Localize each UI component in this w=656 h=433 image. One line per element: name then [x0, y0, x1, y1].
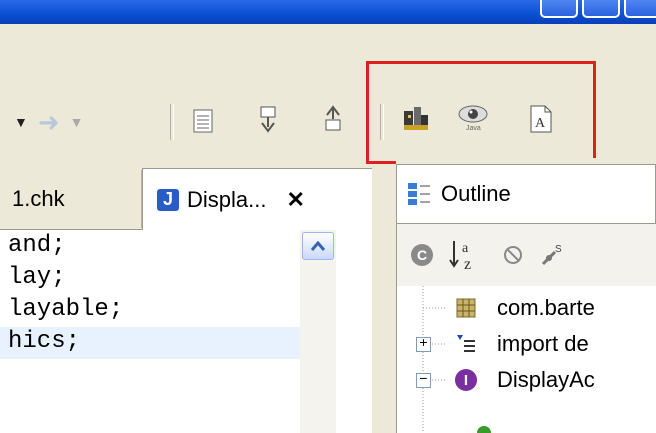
tree-item-package[interactable]: com.barte [397, 291, 595, 325]
svg-text:S: S [555, 244, 562, 255]
tab-label: Displa... [187, 186, 267, 212]
dropdown-arrow-icon[interactable]: ▼ [70, 114, 84, 130]
code-line: hics; [8, 328, 81, 355]
vertical-scrollbar[interactable] [300, 230, 336, 433]
expand-icon[interactable]: + [416, 336, 431, 352]
hide-static-members-icon[interactable]: S [539, 242, 563, 268]
svg-text:z: z [464, 256, 471, 272]
outline-title: Outline [441, 181, 511, 206]
dropdown-arrow-icon[interactable]: ▼ [14, 114, 28, 130]
editor-pane: 1.chk J Displa... ✕ and; lay; layable; h… [0, 166, 380, 433]
sort-alphabetically-icon[interactable]: az [449, 238, 483, 273]
next-annotation-icon[interactable] [255, 106, 281, 133]
tree-item-label: com.barte [497, 295, 595, 320]
tab-chk-file[interactable]: 1.chk [0, 170, 142, 228]
tree-item-label: import de [497, 331, 589, 356]
code-line: layable; [8, 296, 124, 323]
window-title-bar [0, 0, 656, 24]
minimize-button[interactable] [540, 0, 578, 18]
outline-tab[interactable]: Outline [396, 164, 656, 224]
previous-annotation-icon[interactable] [320, 105, 346, 132]
scroll-up-button[interactable] [302, 232, 334, 260]
close-icon[interactable]: ✕ [286, 187, 304, 213]
pane-divider[interactable] [372, 166, 396, 433]
menu-bar [0, 24, 656, 58]
outline-pane: Outline C az S com.barte + import de − I… [396, 158, 656, 433]
close-window-button[interactable] [624, 0, 656, 18]
editor-tab-bar: 1.chk J Displa... ✕ [0, 166, 380, 230]
interface-icon: I [455, 369, 477, 391]
tree-item-interface[interactable]: − I DisplayAc [397, 363, 595, 397]
code-line: lay; [8, 264, 66, 291]
code-area[interactable]: and; lay; layable; hics; [0, 230, 372, 433]
tree-item-imports[interactable]: + import de [397, 327, 589, 361]
java-file-icon: J [157, 188, 179, 211]
tab-label: 1.chk [12, 186, 65, 211]
imports-icon [455, 333, 477, 355]
document-list-icon[interactable] [190, 108, 216, 134]
maximize-button[interactable] [582, 0, 620, 18]
code-line: and; [8, 232, 66, 259]
tree-item-label: DisplayAc [497, 367, 595, 392]
highlight-box [366, 61, 596, 164]
toolbar-separator [170, 104, 174, 140]
outline-toolbar: C az S [396, 224, 656, 286]
forward-arrow-icon[interactable]: ➜ [38, 107, 60, 138]
outline-icon [407, 182, 431, 206]
package-icon [455, 297, 477, 319]
tab-display-java[interactable]: J Displa... ✕ [142, 168, 374, 230]
collapse-icon[interactable]: − [416, 372, 431, 388]
svg-text:a: a [462, 241, 469, 256]
class-filter-icon[interactable]: C [411, 244, 433, 266]
method-icon [477, 426, 491, 433]
outline-tree: com.barte + import de − I DisplayAc [396, 286, 656, 433]
hide-fields-icon[interactable] [501, 243, 525, 267]
